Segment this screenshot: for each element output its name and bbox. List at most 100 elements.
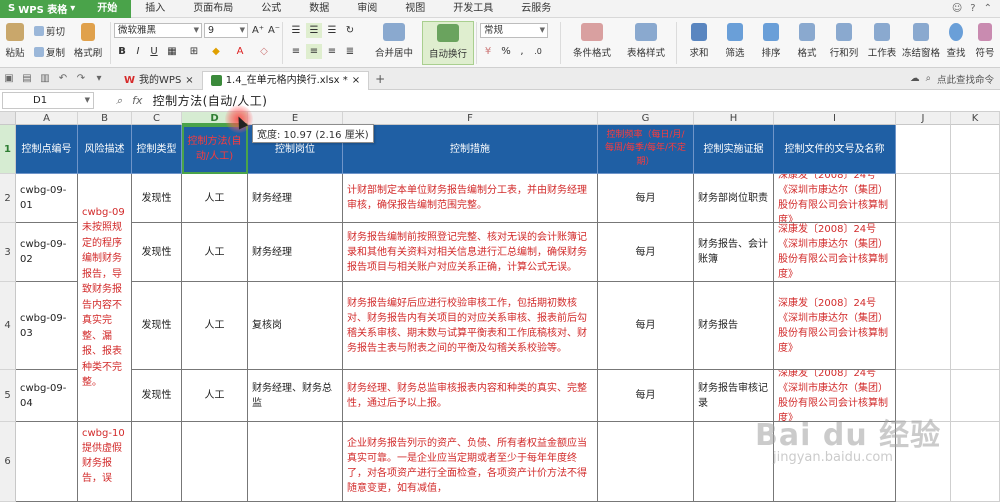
conditional-format-button[interactable]: 条件格式 bbox=[566, 21, 618, 65]
cell-e6[interactable] bbox=[248, 422, 343, 502]
undo-icon[interactable]: ↶ bbox=[54, 73, 72, 84]
percent-icon[interactable]: % bbox=[498, 44, 514, 59]
cell-b2-merged[interactable]: cwbg-09未按照规定的程序编制财务报告，导致财务报告内容不真实完整、漏报、报… bbox=[78, 174, 132, 422]
row-header-5[interactable]: 5 bbox=[0, 370, 16, 422]
cell-b1[interactable]: 风险描述 bbox=[78, 125, 132, 174]
cell-e2[interactable]: 财务经理 bbox=[248, 174, 343, 223]
cell-f6[interactable]: 企业财务报告列示的资产、负债、所有者权益金额应当真实可靠。一是企业应当定期或者至… bbox=[343, 422, 598, 502]
merge-center-button[interactable]: 合并居中 bbox=[368, 21, 420, 65]
cell-k3[interactable] bbox=[951, 223, 1000, 282]
column-header-c[interactable]: C bbox=[132, 112, 182, 125]
cell-a6[interactable] bbox=[16, 422, 78, 502]
decrease-font-icon[interactable]: A⁻ bbox=[266, 23, 282, 38]
align-middle-icon[interactable]: ☰ bbox=[306, 23, 322, 38]
tab-developer[interactable]: 开发工具 bbox=[439, 0, 507, 18]
tab-page-layout[interactable]: 页面布局 bbox=[179, 0, 247, 18]
column-header-g[interactable]: G bbox=[598, 112, 694, 125]
cell-k1[interactable] bbox=[951, 125, 1000, 174]
align-center-icon[interactable]: ≡ bbox=[306, 44, 322, 59]
cell-h1[interactable]: 控制实施证据 bbox=[694, 125, 774, 174]
bold-icon[interactable]: B bbox=[114, 44, 130, 59]
cell-c4[interactable]: 发现性 bbox=[132, 282, 182, 370]
filter-button[interactable]: 筛选 bbox=[716, 21, 754, 65]
cell-i1[interactable]: 控制文件的文号及名称 bbox=[774, 125, 896, 174]
cell-f2[interactable]: 计财部制定本单位财务报告编制分工表，并由财务经理审核，确保报告编制范围完整。 bbox=[343, 174, 598, 223]
cell-g2[interactable]: 每月 bbox=[598, 174, 694, 223]
tab-my-wps[interactable]: W 我的WPS × bbox=[116, 71, 202, 90]
cell-h3[interactable]: 财务报告、会计账簿 bbox=[694, 223, 774, 282]
cell-k5[interactable] bbox=[951, 370, 1000, 422]
cell-i2[interactable]: 深康发〔2008〕24号《深圳市康达尔（集团）股份有限公司会计核算制度》 bbox=[774, 174, 896, 223]
row-header-4[interactable]: 4 bbox=[0, 282, 16, 370]
table-style-button[interactable]: 表格样式 bbox=[620, 21, 672, 65]
border-icon[interactable]: ▦ bbox=[164, 44, 180, 59]
cell-h2[interactable]: 财务部岗位职责 bbox=[694, 174, 774, 223]
cell-k6[interactable] bbox=[951, 422, 1000, 502]
cell-d2[interactable]: 人工 bbox=[182, 174, 248, 223]
close-icon[interactable]: × bbox=[185, 71, 193, 90]
cell-b6-merged[interactable]: cwbg-10提供虚假财务报告，误 bbox=[78, 422, 132, 502]
tab-formulas[interactable]: 公式 bbox=[247, 0, 295, 18]
cell-a5[interactable]: cwbg-09-04 bbox=[16, 370, 78, 422]
name-box[interactable]: D1 ▼ bbox=[2, 92, 94, 109]
find-button[interactable]: 查找 bbox=[940, 21, 972, 65]
collapse-ribbon-icon[interactable]: ⌃ bbox=[984, 3, 992, 14]
thousands-icon[interactable]: , bbox=[514, 44, 530, 59]
cell-f1[interactable]: 控制措施 bbox=[343, 125, 598, 174]
column-header-j[interactable]: J bbox=[896, 112, 951, 125]
cell-a4[interactable]: cwbg-09-03 bbox=[16, 282, 78, 370]
cell-e5[interactable]: 财务经理、财务总监 bbox=[248, 370, 343, 422]
column-header-a[interactable]: A bbox=[16, 112, 78, 125]
tab-data[interactable]: 数据 bbox=[295, 0, 343, 18]
open-icon[interactable]: ▣ bbox=[0, 73, 18, 84]
align-right-icon[interactable]: ≡ bbox=[324, 44, 340, 59]
format-button[interactable]: 格式 bbox=[788, 21, 826, 65]
font-color-icon[interactable]: A bbox=[232, 44, 248, 59]
cell-c5[interactable]: 发现性 bbox=[132, 370, 182, 422]
close-icon[interactable]: × bbox=[352, 71, 360, 90]
merge-cells-icon[interactable]: ⊞ bbox=[186, 44, 202, 59]
tab-cloud[interactable]: 云服务 bbox=[507, 0, 565, 18]
help-icon[interactable]: ? bbox=[970, 3, 975, 14]
command-search-input[interactable]: 点此查找命令 bbox=[937, 72, 994, 86]
cell-j1[interactable] bbox=[896, 125, 951, 174]
cell-d4[interactable]: 人工 bbox=[182, 282, 248, 370]
auto-wrap-button[interactable]: 自动换行 bbox=[422, 21, 474, 65]
copy-button[interactable]: 复制 bbox=[34, 45, 65, 59]
sort-button[interactable]: 排序 bbox=[752, 21, 790, 65]
cell-d3[interactable]: 人工 bbox=[182, 223, 248, 282]
cell-g5[interactable]: 每月 bbox=[598, 370, 694, 422]
format-painter-button[interactable]: 格式刷 bbox=[70, 21, 106, 65]
cell-g1[interactable]: 控制频率（每日/月/每周/每季/每年/不定期） bbox=[598, 125, 694, 174]
cell-h4[interactable]: 财务报告 bbox=[694, 282, 774, 370]
print-icon[interactable]: ▥ bbox=[36, 73, 54, 84]
cell-d6[interactable] bbox=[182, 422, 248, 502]
row-header-6[interactable]: 6 bbox=[0, 422, 16, 502]
tab-home[interactable]: 开始 bbox=[83, 0, 132, 18]
chevron-down-icon[interactable]: ▾ bbox=[90, 73, 108, 84]
cell-j4[interactable] bbox=[896, 282, 951, 370]
column-header-f[interactable]: F bbox=[343, 112, 598, 125]
redo-icon[interactable]: ↷ bbox=[72, 73, 90, 84]
cell-c1[interactable]: 控制类型 bbox=[132, 125, 182, 174]
row-header-2[interactable]: 2 bbox=[0, 174, 16, 223]
underline-icon[interactable]: U bbox=[146, 44, 162, 59]
cell-c3[interactable]: 发现性 bbox=[132, 223, 182, 282]
column-header-h[interactable]: H bbox=[694, 112, 774, 125]
align-top-icon[interactable]: ☰ bbox=[288, 23, 304, 38]
cloud-icon[interactable]: ☁ bbox=[910, 73, 920, 84]
currency-icon[interactable]: ¥ bbox=[480, 44, 496, 59]
new-tab-button[interactable]: + bbox=[369, 72, 391, 86]
freeze-panes-button[interactable]: 冻结窗格 bbox=[900, 21, 942, 65]
clear-format-icon[interactable]: ◇ bbox=[256, 44, 272, 59]
decimal-increase-icon[interactable]: .0 bbox=[530, 44, 546, 59]
cell-c2[interactable]: 发现性 bbox=[132, 174, 182, 223]
app-menu-button[interactable]: S WPS 表格 ▾ bbox=[0, 0, 84, 18]
cell-e4[interactable]: 复核岗 bbox=[248, 282, 343, 370]
justify-icon[interactable]: ≣ bbox=[342, 44, 358, 59]
number-format-select[interactable]: 常规 ▼ bbox=[480, 23, 548, 38]
cell-i3[interactable]: 深康发〔2008〕24号《深圳市康达尔（集团）股份有限公司会计核算制度》 bbox=[774, 223, 896, 282]
tab-current-document[interactable]: 1.4_在单元格内换行.xlsx * × bbox=[201, 70, 370, 90]
cell-f3[interactable]: 财务报告编制前按照登记完整、核对无误的会计账簿记录和其他有关资料对相关信息进行汇… bbox=[343, 223, 598, 282]
search-icon[interactable]: ⌕ bbox=[926, 73, 931, 84]
